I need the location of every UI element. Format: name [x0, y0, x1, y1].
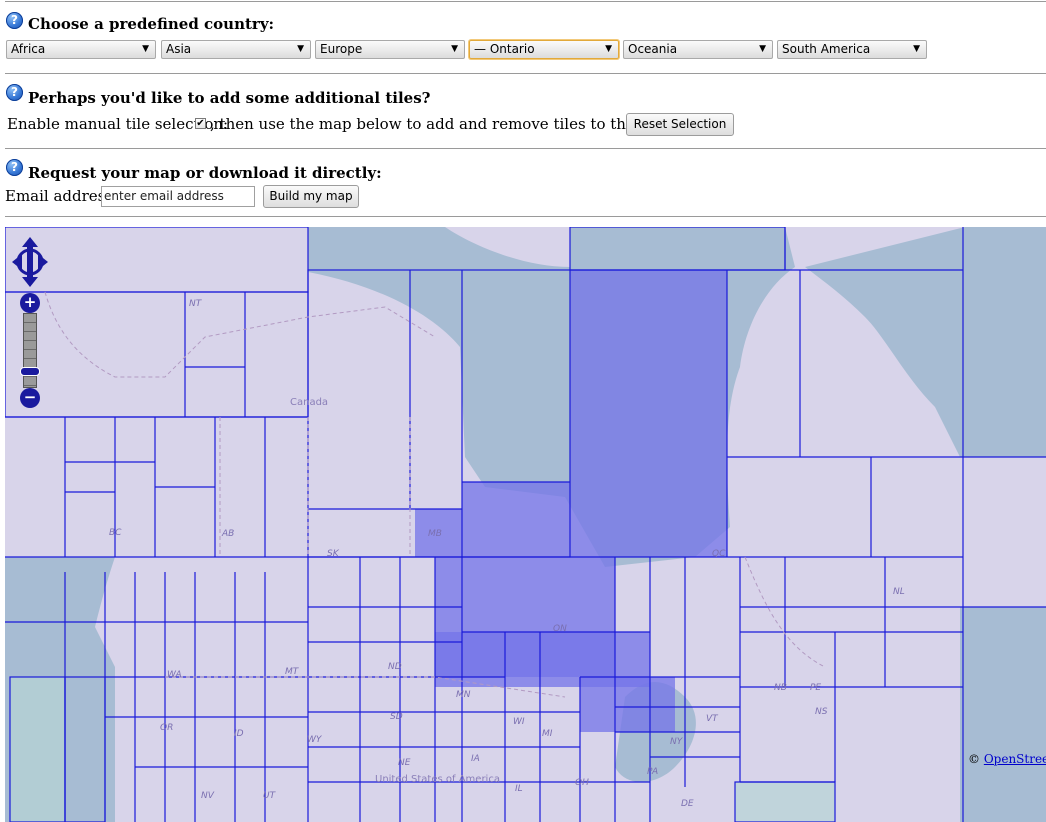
zoom-slider-track[interactable]	[23, 313, 37, 388]
select-label: — Ontario	[474, 42, 535, 56]
email-field[interactable]: enter email address	[101, 186, 255, 207]
africa-select[interactable]: Africa ▼	[6, 40, 156, 59]
build-map-button[interactable]: Build my map	[263, 185, 359, 208]
chevron-down-icon: ▼	[605, 44, 612, 54]
divider	[5, 216, 1046, 217]
country-label: United States of America	[375, 774, 500, 785]
help-icon[interactable]: ?	[6, 12, 23, 29]
pan-arrows-icon[interactable]	[10, 235, 50, 289]
select-label: Europe	[320, 42, 363, 56]
request-heading: Request your map or download it directly…	[28, 164, 382, 182]
map-layer[interactable]: Canada United States of America	[5, 227, 1046, 822]
help-icon[interactable]: ?	[6, 159, 23, 176]
help-icon[interactable]: ?	[6, 84, 23, 101]
pan-control[interactable]	[10, 235, 50, 289]
attribution-prefix: ©	[968, 752, 984, 766]
zoom-in-button[interactable]: +	[20, 293, 40, 313]
chevron-down-icon: ▼	[142, 44, 149, 54]
south-america-select[interactable]: South America ▼	[777, 40, 927, 59]
north-america-select[interactable]: — Ontario ▼	[469, 40, 619, 59]
select-label: Asia	[166, 42, 192, 56]
tiles-heading: Perhaps you'd like to add some additiona…	[28, 89, 431, 107]
reset-selection-button[interactable]: Reset Selection	[626, 113, 734, 136]
chevron-down-icon: ▼	[297, 44, 304, 54]
map-canvas[interactable]: Canada United States of America NT BC AB…	[5, 227, 1046, 822]
select-label: South America	[782, 42, 871, 56]
select-label: Africa	[11, 42, 46, 56]
chevron-down-icon: ▼	[759, 44, 766, 54]
country-heading: Choose a predefined country:	[28, 15, 275, 33]
chevron-down-icon: ▼	[451, 44, 458, 54]
europe-select[interactable]: Europe ▼	[315, 40, 465, 59]
top-divider	[5, 1, 1046, 2]
openstreetmap-link[interactable]: OpenStreetMap	[984, 752, 1046, 766]
manual-tile-checkbox[interactable]: ✔	[195, 118, 206, 129]
select-label: Oceania	[628, 42, 678, 56]
chevron-down-icon: ▼	[913, 44, 920, 54]
zoom-slider-handle[interactable]	[20, 367, 40, 376]
divider	[5, 148, 1046, 149]
asia-select[interactable]: Asia ▼	[161, 40, 311, 59]
map-attribution: © OpenStreetMap	[968, 752, 1046, 766]
oceania-select[interactable]: Oceania ▼	[623, 40, 773, 59]
country-label: Canada	[290, 397, 328, 408]
zoom-out-button[interactable]: −	[20, 388, 40, 408]
zoom-control[interactable]: + −	[20, 293, 40, 408]
divider	[5, 73, 1046, 74]
